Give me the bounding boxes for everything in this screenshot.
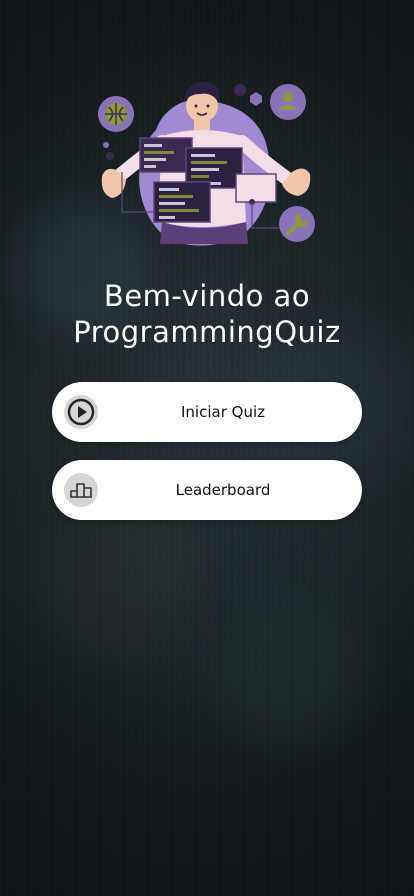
leaderboard-label: Leaderboard	[175, 481, 271, 499]
podium-icon	[64, 473, 98, 507]
play-icon	[64, 395, 98, 429]
leaderboard-button[interactable]: Leaderboard	[52, 460, 362, 520]
welcome-title: Bem-vindo ao ProgrammingQuiz	[0, 278, 414, 350]
welcome-title-line1: Bem-vindo ao	[103, 279, 311, 313]
start-quiz-button[interactable]: Iniciar Quiz	[52, 382, 362, 442]
hero-illustration	[96, 72, 318, 248]
welcome-title-line2: ProgrammingQuiz	[73, 315, 341, 349]
start-quiz-label: Iniciar Quiz	[181, 403, 265, 421]
